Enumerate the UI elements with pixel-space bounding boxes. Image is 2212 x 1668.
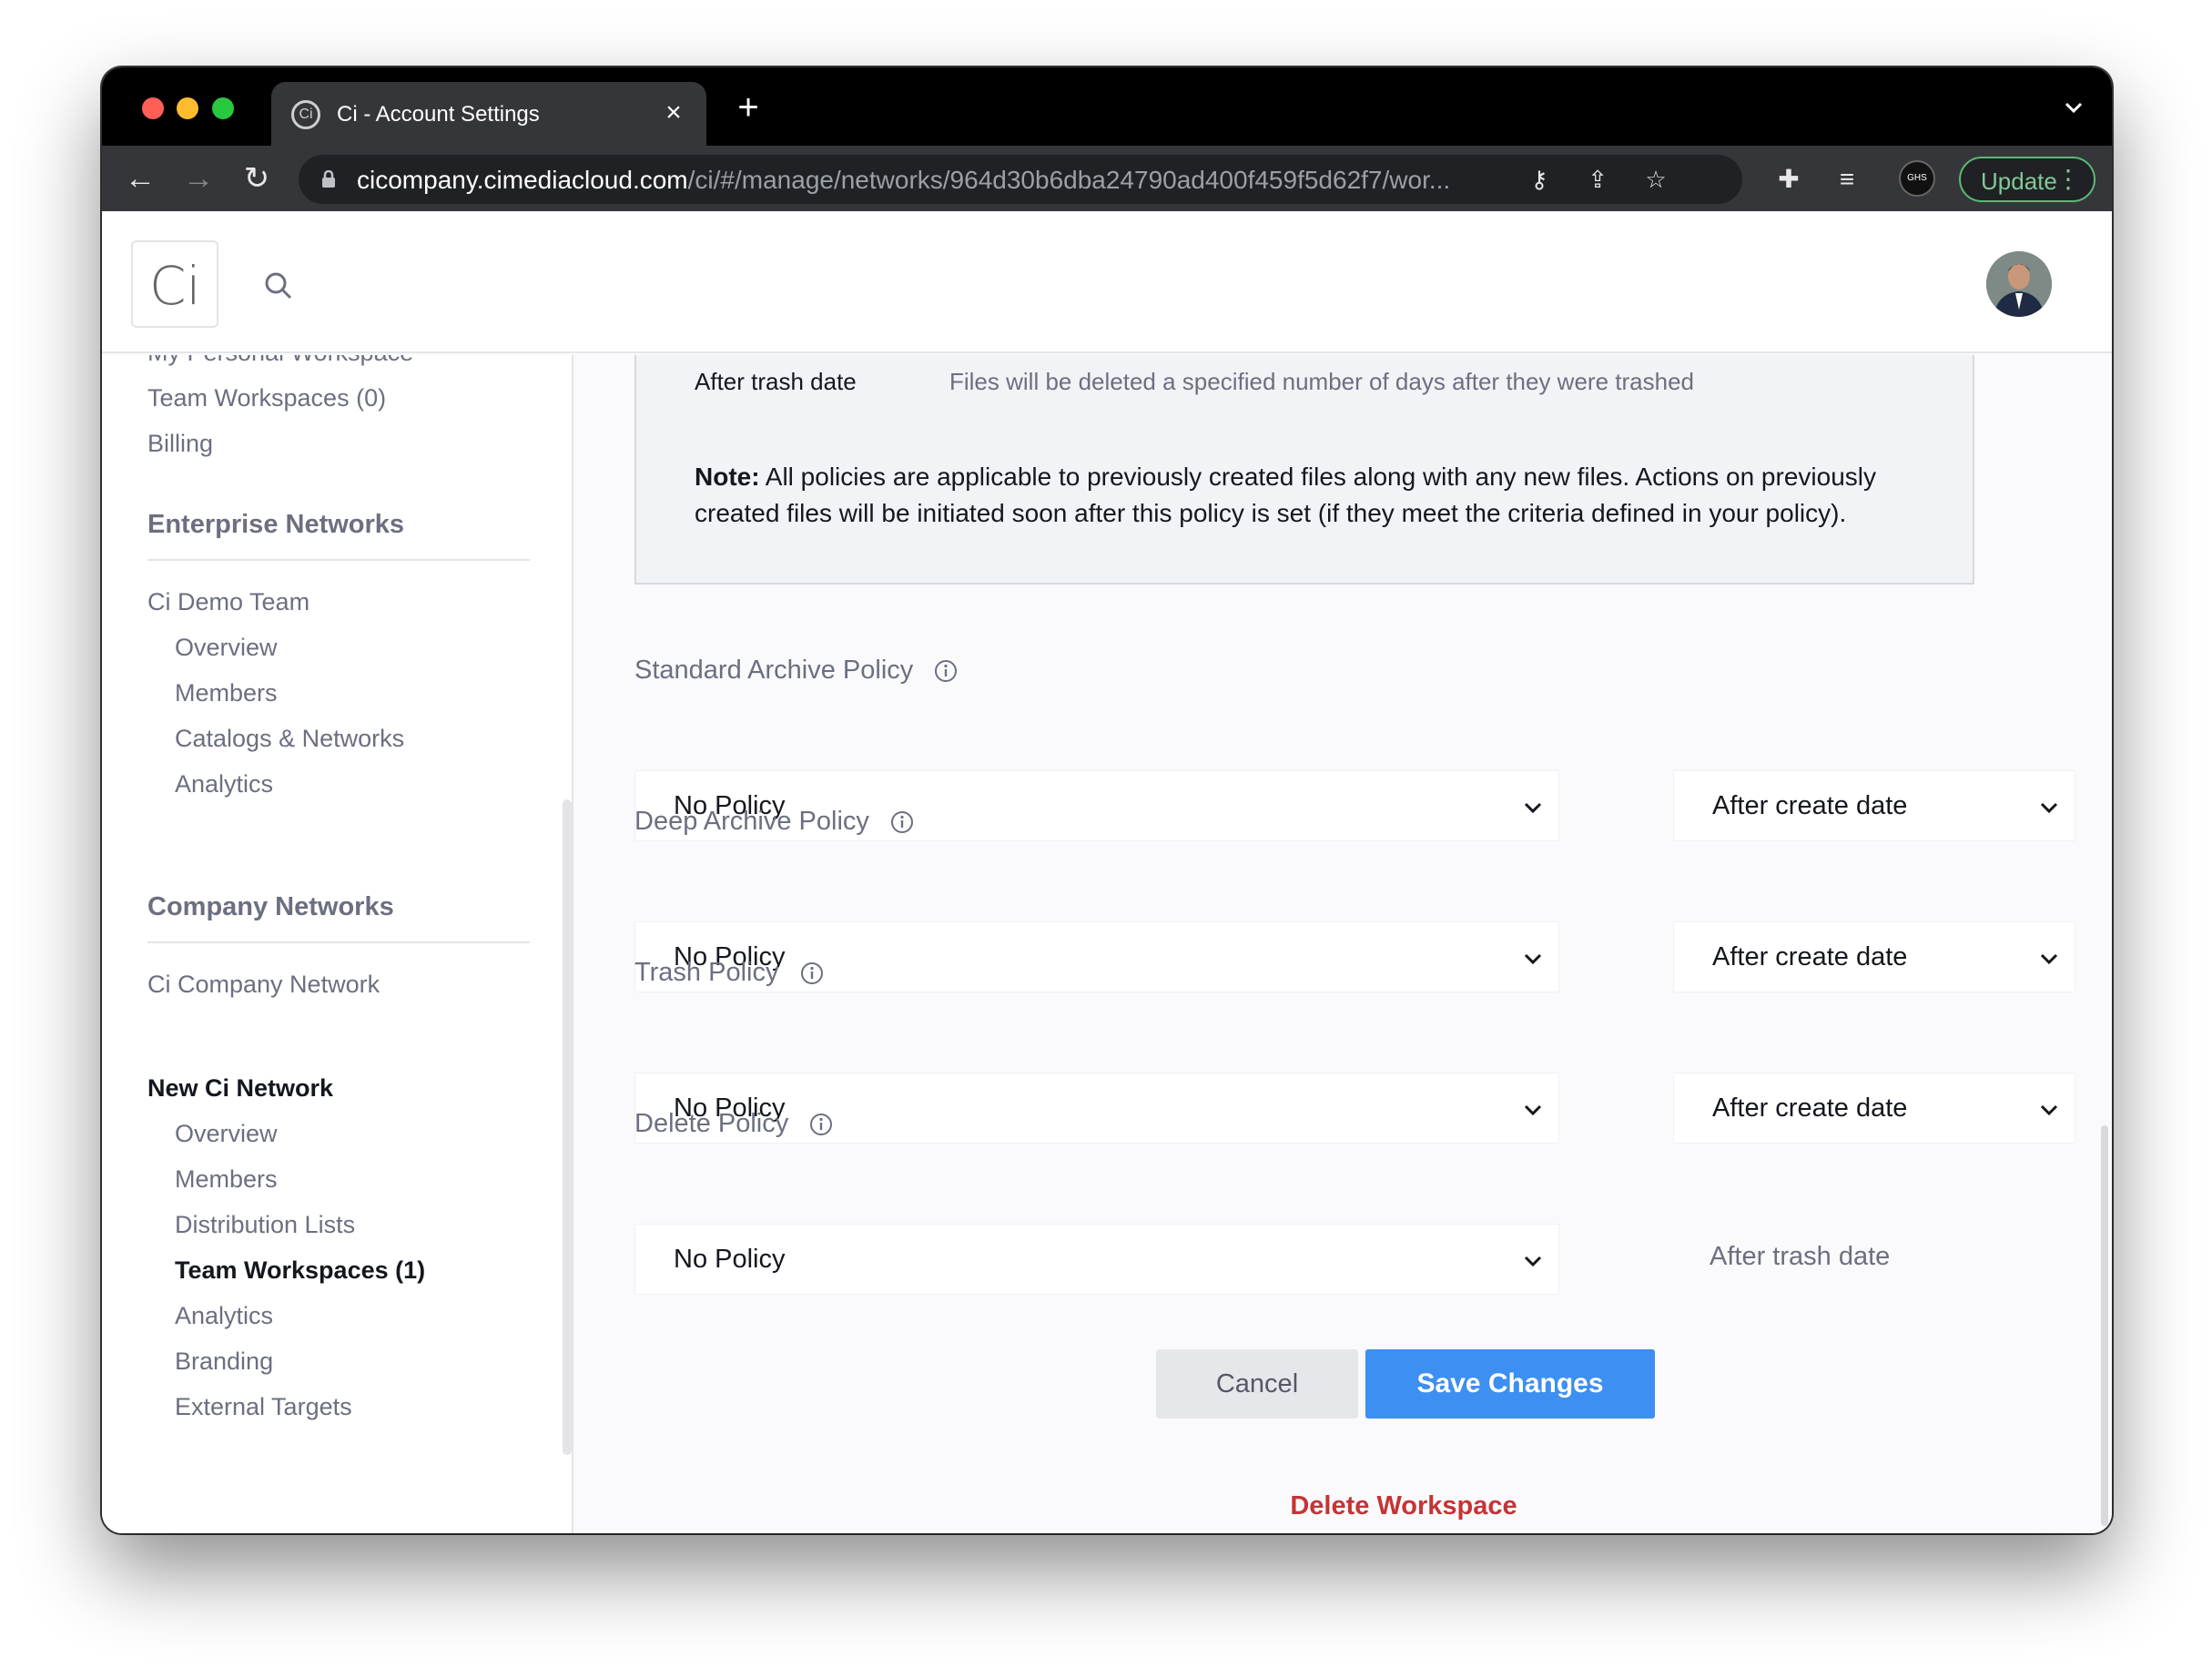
delete-workspace-link[interactable]: Delete Workspace: [1267, 1491, 1540, 1521]
chevron-down-icon: [2040, 802, 2058, 814]
sidebar-item-new-branding[interactable]: Branding: [175, 1348, 273, 1376]
trash-trigger-select[interactable]: After create date: [1673, 1073, 2075, 1144]
save-changes-button[interactable]: Save Changes: [1365, 1349, 1655, 1419]
sidebar: My Personal Workspace Team Workspaces (0…: [102, 355, 573, 1533]
chevron-down-icon: [1524, 1256, 1542, 1267]
close-window-button[interactable]: [142, 97, 164, 119]
info-circle-icon[interactable]: [808, 1112, 834, 1137]
ci-logo[interactable]: Ci: [131, 240, 218, 328]
sidebar-item-demo-overview[interactable]: Overview: [175, 634, 278, 662]
key-icon[interactable]: ⚷: [1524, 164, 1555, 195]
sidebar-item-new-analytics[interactable]: Analytics: [175, 1302, 273, 1330]
sidebar-item-new-ci-network[interactable]: New Ci Network: [147, 1074, 333, 1103]
delete-policy-label: Delete Policy: [634, 1109, 834, 1139]
section-divider: [147, 559, 530, 561]
sidebar-item-new-external-targets[interactable]: External Targets: [175, 1393, 352, 1421]
chevron-down-icon: [2040, 1104, 2058, 1116]
browser-window: Ci Ci - Account Settings × + ← → ↻ cicom…: [102, 67, 2112, 1533]
trash-policy-label: Trash Policy: [634, 958, 825, 988]
maximize-window-button[interactable]: [212, 97, 234, 119]
sidebar-item-team-workspaces[interactable]: Team Workspaces (0): [147, 384, 386, 412]
media-queue-icon[interactable]: ≡: [1830, 162, 1864, 197]
browser-tab[interactable]: Ci Ci - Account Settings ×: [271, 82, 706, 146]
sidebar-item-demo-catalogs[interactable]: Catalogs & Networks: [175, 725, 404, 753]
bookmark-star-icon[interactable]: ☆: [1640, 164, 1671, 195]
enterprise-networks-heading: Enterprise Networks: [147, 510, 405, 539]
sidebar-item-demo-analytics[interactable]: Analytics: [175, 770, 273, 798]
reload-icon[interactable]: ↻: [237, 158, 277, 198]
profile-badge-icon[interactable]: GHS: [1899, 160, 1935, 197]
delete-trigger-text: After trash date: [1710, 1242, 1891, 1271]
info-circle-icon[interactable]: [799, 961, 825, 986]
chevron-down-icon: [2040, 953, 2058, 965]
lock-icon: [322, 170, 335, 188]
main-scrollbar[interactable]: [2101, 1125, 2108, 1526]
address-bar[interactable]: cicompany.cimediacloud.com/ci/#/manage/n…: [299, 155, 1742, 204]
section-divider: [147, 941, 530, 943]
sidebar-item-ci-company-network[interactable]: Ci Company Network: [147, 971, 380, 999]
forward-arrow-icon[interactable]: →: [178, 158, 218, 198]
minimize-window-button[interactable]: [177, 97, 198, 119]
browser-toolbar: ← → ↻ cicompany.cimediacloud.com/ci/#/ma…: [102, 146, 2112, 211]
info-circle-icon[interactable]: [933, 658, 959, 684]
sidebar-item-billing[interactable]: Billing: [147, 430, 213, 458]
sidebar-item-new-members[interactable]: Members: [175, 1165, 278, 1194]
policy-note: Note: All policies are applicable to pre…: [695, 463, 1876, 527]
back-arrow-icon[interactable]: ←: [120, 158, 160, 198]
sidebar-scrollbar[interactable]: [563, 799, 572, 1455]
sidebar-item-ci-demo-team[interactable]: Ci Demo Team: [147, 588, 309, 616]
share-icon[interactable]: ⇪: [1582, 164, 1613, 195]
standard-archive-label: Standard Archive Policy: [634, 656, 959, 686]
sidebar-item-new-overview[interactable]: Overview: [175, 1120, 278, 1148]
main-content: After trash date Files will be deleted a…: [575, 355, 2112, 1533]
policy-info-box: After trash date Files will be deleted a…: [634, 355, 1974, 585]
tab-title: Ci - Account Settings: [337, 102, 540, 127]
avatar-photo: [1986, 251, 2052, 317]
company-networks-heading: Company Networks: [147, 892, 394, 921]
sidebar-item-demo-members[interactable]: Members: [175, 679, 278, 707]
tab-favicon-icon: Ci: [291, 100, 320, 129]
info-term: After trash date: [695, 368, 857, 395]
chevron-down-icon: [1524, 802, 1542, 814]
delete-policy-select[interactable]: No Policy: [634, 1224, 1559, 1295]
deep-archive-label: Deep Archive Policy: [634, 807, 915, 837]
info-circle-icon[interactable]: [889, 809, 915, 835]
app-header: Ci: [102, 211, 2112, 353]
search-icon[interactable]: [262, 270, 295, 302]
tab-search-chevron-icon[interactable]: [2061, 95, 2086, 120]
cancel-button[interactable]: Cancel: [1156, 1349, 1358, 1419]
sidebar-item-personal-workspace[interactable]: My Personal Workspace: [147, 355, 413, 367]
tab-close-icon[interactable]: ×: [657, 97, 690, 129]
chevron-down-icon: [1524, 1104, 1542, 1116]
more-vertical-icon: ⋮: [2055, 165, 2081, 193]
url-text: cicompany.cimediacloud.com/ci/#/manage/n…: [357, 166, 1451, 194]
sidebar-item-new-team-workspaces[interactable]: Team Workspaces (1): [175, 1256, 425, 1285]
user-avatar[interactable]: [1986, 251, 2052, 317]
chevron-down-icon: [1524, 953, 1542, 965]
update-button[interactable]: Update ⋮: [1959, 157, 2095, 202]
standard-archive-trigger-select[interactable]: After create date: [1673, 770, 2075, 841]
sidebar-item-new-distribution-lists[interactable]: Distribution Lists: [175, 1211, 355, 1239]
deep-archive-trigger-select[interactable]: After create date: [1673, 921, 2075, 992]
info-description: Files will be deleted a specified number…: [949, 368, 1694, 395]
tab-strip: Ci Ci - Account Settings × +: [102, 67, 2112, 146]
new-tab-icon[interactable]: +: [728, 87, 768, 127]
extensions-puzzle-icon[interactable]: ✚: [1771, 162, 1806, 197]
